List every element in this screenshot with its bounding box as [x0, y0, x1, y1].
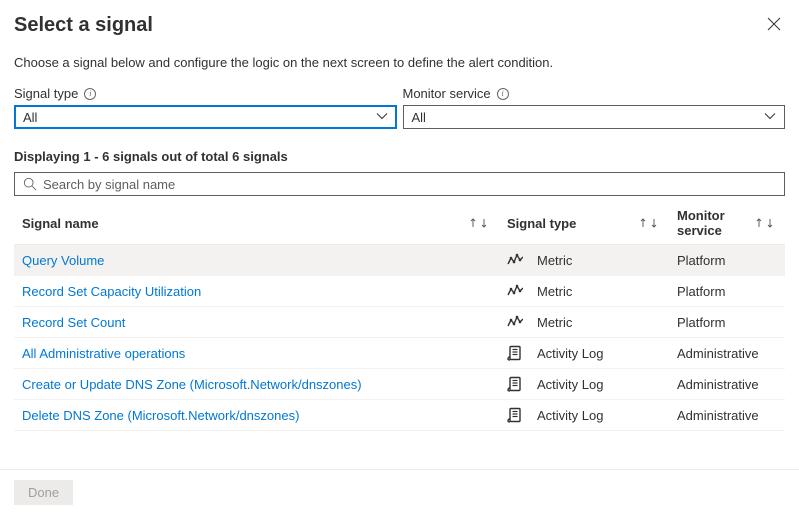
signal-type-text: Metric	[537, 253, 572, 268]
column-header-type[interactable]: Signal type	[499, 202, 669, 245]
search-input[interactable]	[43, 177, 776, 192]
sort-icon	[470, 218, 491, 228]
chevron-down-icon	[764, 110, 776, 125]
table-row[interactable]: Create or Update DNS Zone (Microsoft.Net…	[14, 369, 785, 400]
page-title: Select a signal	[14, 14, 153, 37]
signal-name-link[interactable]: Delete DNS Zone (Microsoft.Network/dnszo…	[22, 408, 299, 423]
table-row[interactable]: Record Set Capacity Utilization Metric Pla…	[14, 276, 785, 307]
signal-name-link[interactable]: Create or Update DNS Zone (Microsoft.Net…	[22, 377, 362, 392]
info-icon[interactable]: i	[84, 88, 96, 100]
signal-type-text: Metric	[537, 315, 572, 330]
table-row[interactable]: Delete DNS Zone (Microsoft.Network/dnszo…	[14, 400, 785, 431]
metric-icon	[507, 252, 523, 268]
monitor-service-select[interactable]: All	[403, 105, 786, 129]
table-row[interactable]: All Administrative operations Activity Lo…	[14, 338, 785, 369]
activity-log-icon	[507, 376, 523, 392]
metric-icon	[507, 283, 523, 299]
monitor-service-text: Platform	[677, 284, 725, 299]
column-header-monitor-text: Monitor service	[677, 208, 752, 238]
signal-name-link[interactable]: Record Set Capacity Utilization	[22, 284, 201, 299]
table-row[interactable]: Query Volume Metric Platform	[14, 245, 785, 276]
close-icon	[767, 17, 781, 31]
monitor-service-text: Platform	[677, 315, 725, 330]
signal-type-text: Activity Log	[537, 346, 603, 361]
monitor-service-value: All	[412, 110, 426, 125]
monitor-service-label: Monitor service i	[403, 86, 786, 101]
signal-type-label-text: Signal type	[14, 86, 78, 101]
monitor-service-text: Administrative	[677, 377, 759, 392]
column-header-type-text: Signal type	[507, 216, 576, 231]
signal-name-link[interactable]: Query Volume	[22, 253, 104, 268]
done-button[interactable]: Done	[14, 480, 73, 505]
chevron-down-icon	[376, 110, 388, 125]
column-header-name[interactable]: Signal name	[14, 202, 499, 245]
monitor-service-text: Platform	[677, 253, 725, 268]
signal-type-select[interactable]: All	[14, 105, 397, 129]
column-header-name-text: Signal name	[22, 216, 99, 231]
table-row[interactable]: Record Set Count Metric Platform	[14, 307, 785, 338]
monitor-service-label-text: Monitor service	[403, 86, 491, 101]
activity-log-icon	[507, 345, 523, 361]
signal-name-link[interactable]: All Administrative operations	[22, 346, 185, 361]
signal-type-label: Signal type i	[14, 86, 397, 101]
signals-table: Signal name Signal type	[14, 202, 785, 431]
signal-type-value: All	[23, 110, 37, 125]
signal-name-link[interactable]: Record Set Count	[22, 315, 125, 330]
info-icon[interactable]: i	[497, 88, 509, 100]
search-container[interactable]	[14, 172, 785, 196]
sort-icon	[756, 218, 777, 228]
page-subtitle: Choose a signal below and configure the …	[14, 55, 785, 70]
signal-type-text: Activity Log	[537, 408, 603, 423]
signal-type-text: Metric	[537, 284, 572, 299]
close-button[interactable]	[763, 14, 785, 36]
metric-icon	[507, 314, 523, 330]
sort-icon	[640, 218, 661, 228]
display-count: Displaying 1 - 6 signals out of total 6 …	[14, 149, 785, 164]
column-header-monitor[interactable]: Monitor service	[669, 202, 785, 245]
monitor-service-text: Administrative	[677, 408, 759, 423]
signal-type-text: Activity Log	[537, 377, 603, 392]
activity-log-icon	[507, 407, 523, 423]
monitor-service-text: Administrative	[677, 346, 759, 361]
search-icon	[23, 177, 37, 191]
